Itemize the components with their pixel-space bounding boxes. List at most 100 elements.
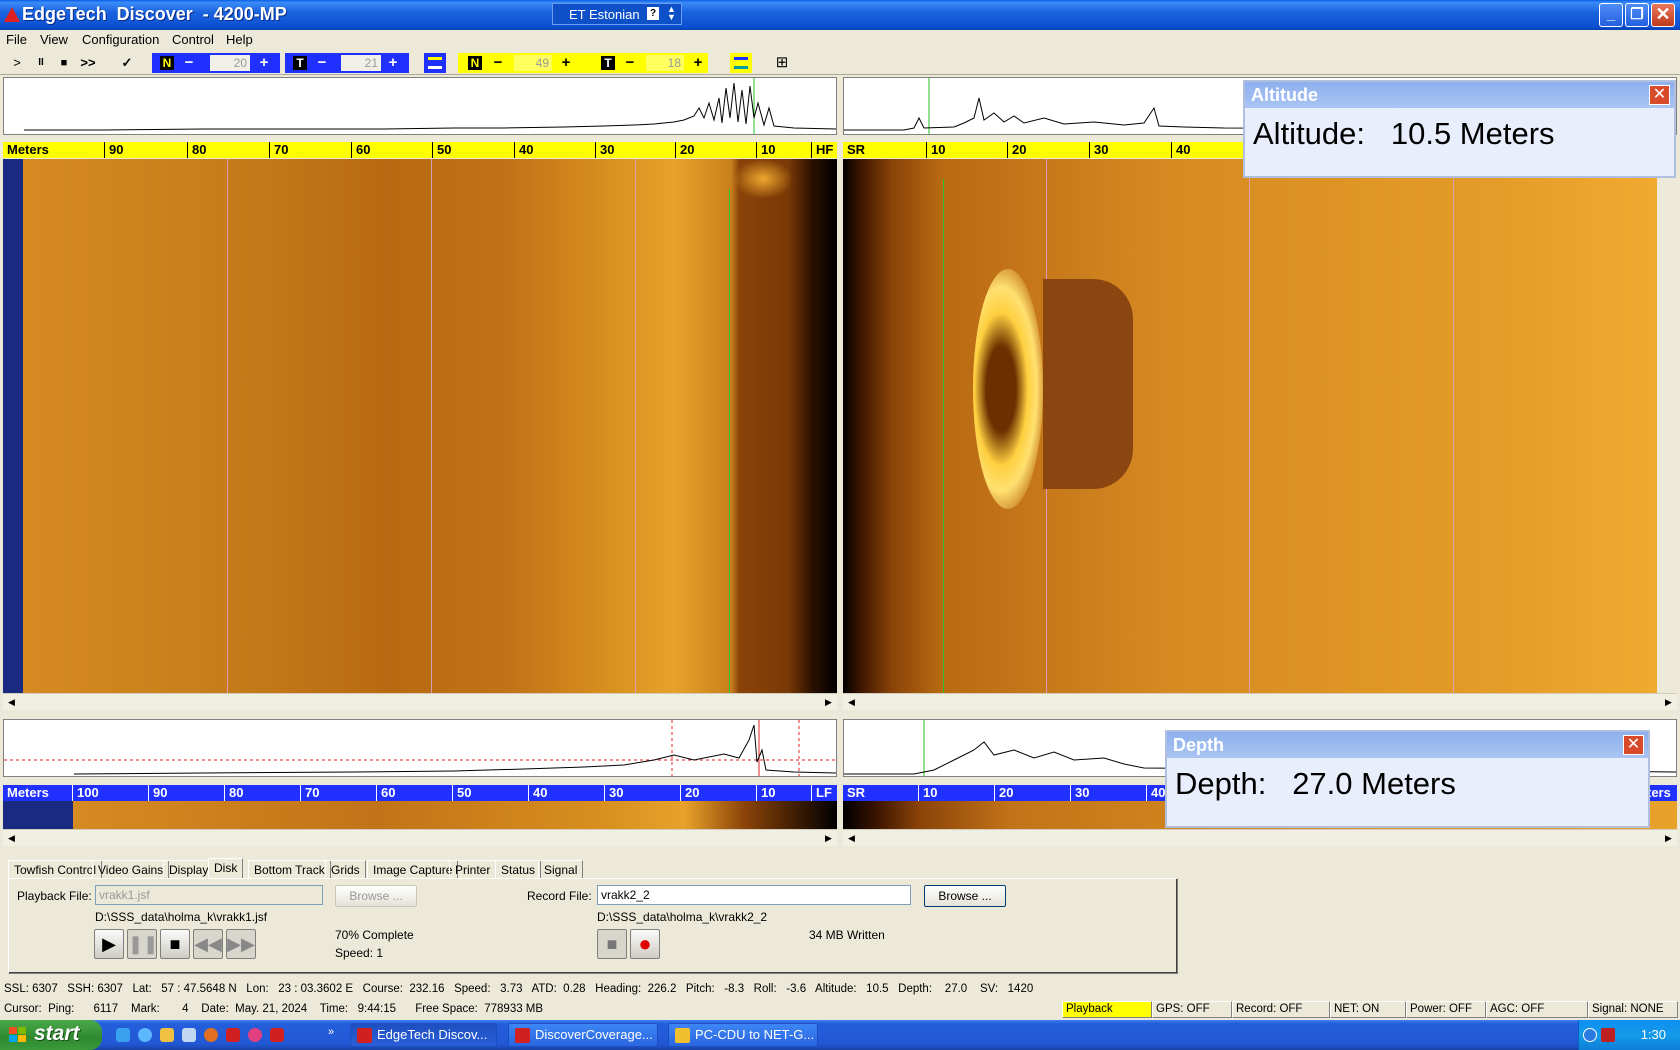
ie-icon[interactable] [116,1028,130,1042]
shipwreck-shadow [1043,279,1133,489]
check-icon[interactable]: ✓ [117,53,137,73]
scroll-left-icon[interactable]: ◀ [3,694,20,710]
hf-port-scrollbar[interactable]: ◀ ▶ [3,693,837,710]
depth-overlay[interactable]: Depth ✕ Depth: 27.0 Meters [1165,730,1650,828]
hf-n-plus-button[interactable]: + [256,54,272,72]
lf-n-plus-button[interactable]: + [558,54,574,72]
ruler-end-label: LF [811,785,832,801]
close-icon[interactable]: ✕ [1623,735,1644,755]
range-gridline [1249,159,1250,693]
ruler-tick: 20 [994,785,1013,801]
depth-label: Depth: [1175,766,1267,801]
chevron-icon[interactable]: » [328,1026,334,1038]
browser-icon[interactable] [138,1028,152,1042]
menu-configuration[interactable]: Configuration [82,32,159,47]
hf-display-mode-button[interactable] [424,53,446,73]
security-icon[interactable] [1601,1028,1615,1042]
menu-control[interactable]: Control [172,32,214,47]
scroll-right-icon[interactable]: ▶ [820,830,837,846]
scroll-right-icon[interactable]: ▶ [1660,830,1677,846]
lf-n-value[interactable]: 49 [514,55,552,71]
menu-file[interactable]: File [6,32,27,47]
tab-status[interactable]: Status [495,860,542,878]
record-button[interactable]: ● [630,929,660,959]
rewind-button[interactable]: ◀◀ [193,929,223,959]
scroll-left-icon[interactable]: ◀ [843,694,860,710]
lf-t-plus-button[interactable]: + [690,54,706,72]
menu-help[interactable]: Help [226,32,253,47]
hf-t-plus-button[interactable]: + [385,54,401,72]
target-icon[interactable] [248,1028,262,1042]
edgetech-icon[interactable] [270,1028,284,1042]
playback-file-input[interactable]: vrakk1.jsf [95,885,323,905]
tab-towfish-control[interactable]: Towfish Control [8,860,103,878]
lf-stbd-scrollbar[interactable]: ◀ ▶ [843,829,1677,846]
ruler-tick: 90 [104,142,123,158]
menu-view[interactable]: View [40,32,68,47]
lf-port-scrollbar[interactable]: ◀ ▶ [3,829,837,846]
record-path: D:\SSS_data\holma_k\vrakk2_2 [597,910,768,924]
taskbar-item-pc-cdu[interactable]: PC-CDU to NET-G... [668,1023,818,1047]
fast-forward-icon[interactable]: >> [77,53,99,73]
lf-t-value[interactable]: 18 [646,55,684,71]
hf-port-sonar-image[interactable] [3,159,837,693]
tab-signal[interactable]: Signal [538,860,584,878]
language-indicator[interactable]: ET Estonian ? ▲ ▼ [552,3,682,25]
taskbar-item-discover[interactable]: EdgeTech Discov... [350,1023,497,1047]
tab-grids[interactable]: Grids [325,860,366,878]
pause-button[interactable]: ❚❚ [127,929,158,959]
hf-stbd-sonar-image[interactable] [843,159,1657,693]
taskbar-item-coverage[interactable]: DiscoverCoverage... [508,1023,658,1047]
hf-t-minus-button[interactable]: − [314,54,330,72]
scroll-left-icon[interactable]: ◀ [843,830,860,846]
title-bar[interactable]: EdgeTech Discover - 4200-MP ET Estonian … [0,0,1680,30]
altitude-overlay[interactable]: Altitude ✕ Altitude: 10.5 Meters [1243,80,1676,178]
tray-expand-icon[interactable] [1583,1028,1597,1042]
minimize-button[interactable]: _ [1599,3,1623,27]
grid-layout-icon[interactable]: ⊞ [772,53,792,73]
language-arrows-icon[interactable]: ▲ ▼ [667,5,676,22]
record-browse-button[interactable]: Browse ... [924,885,1006,907]
tab-image-capture[interactable]: Image Capture [367,860,459,878]
start-button[interactable]: start [0,1020,102,1050]
hf-stbd-scrollbar[interactable]: ◀ ▶ [843,693,1677,710]
hf-port-amplitude-trace [3,77,837,135]
stop-button[interactable]: ■ [160,929,190,959]
restore-button[interactable]: ❐ [1625,3,1649,27]
close-icon[interactable]: ✕ [1649,85,1670,105]
fast-forward-button[interactable]: ▶▶ [226,929,256,959]
firefox-icon[interactable] [204,1028,218,1042]
close-button[interactable]: ✕ [1651,3,1675,27]
pause-icon[interactable]: II [32,53,50,73]
start-label: start [34,1022,80,1045]
ruler-tick: 50 [432,142,451,158]
tab-bottom-track[interactable]: Bottom Track [248,860,331,878]
play-button[interactable]: ▶ [94,929,124,959]
folder-icon[interactable] [160,1028,174,1042]
record-file-input[interactable]: vrakk2_2 [597,885,911,905]
lf-display-mode-button[interactable] [730,53,752,73]
desktop-icon[interactable] [182,1028,196,1042]
scroll-right-icon[interactable]: ▶ [1660,694,1677,710]
shipwreck-target [973,269,1043,509]
scroll-right-icon[interactable]: ▶ [820,694,837,710]
stop-icon[interactable]: ■ [55,53,73,73]
tab-disk[interactable]: Disk [208,858,244,879]
lf-n-minus-button[interactable]: − [490,54,506,72]
lf-port-sonar-image[interactable] [3,801,837,829]
tab-video-gains[interactable]: Video Gains [92,860,170,878]
lf-t-minus-button[interactable]: − [622,54,638,72]
scroll-left-icon[interactable]: ◀ [3,830,20,846]
altitude-value: 10.5 Meters [1390,116,1555,151]
hf-n-minus-button[interactable]: − [181,54,197,72]
tab-printer[interactable]: Printer [449,860,497,878]
hf-n-value[interactable]: 20 [210,55,250,71]
edgetech-icon[interactable] [226,1028,240,1042]
record-stop-button[interactable]: ■ [597,929,627,959]
hf-t-value[interactable]: 21 [341,55,381,71]
playback-browse-button[interactable]: Browse ... [335,885,417,907]
help-icon[interactable]: ? [647,7,659,20]
play-icon[interactable]: > [8,53,26,73]
tab-display[interactable]: Display [163,860,215,878]
range-gridline [227,159,228,693]
